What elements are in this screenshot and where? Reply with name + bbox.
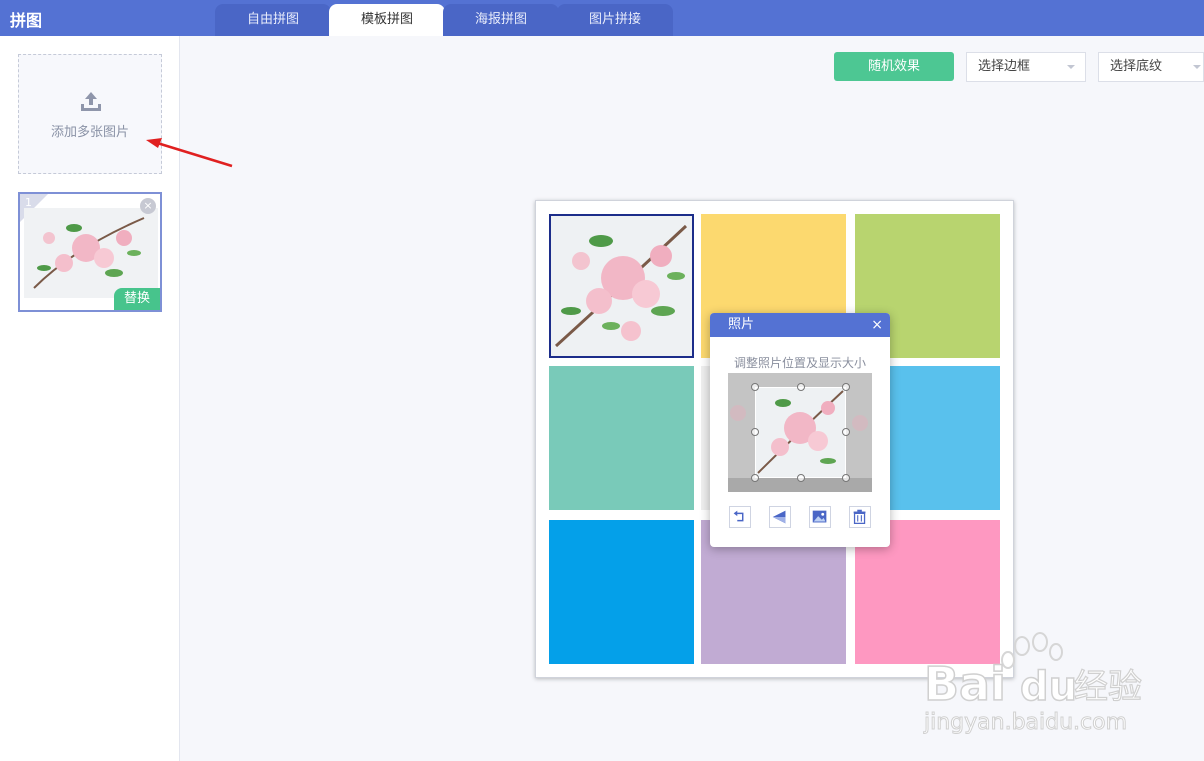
crop-area[interactable]	[728, 373, 872, 492]
collage-cell-1[interactable]	[549, 214, 694, 358]
crop-handle[interactable]	[751, 428, 759, 436]
flip-icon	[772, 510, 786, 524]
red-arrow-annotation	[146, 138, 233, 168]
random-effect-button[interactable]: 随机效果	[834, 52, 954, 81]
popup-hint: 调整照片位置及显示大小	[733, 356, 866, 370]
upload-icon	[81, 92, 101, 111]
replace-image-button[interactable]	[809, 506, 831, 528]
photo-thumbnail[interactable]: 1 × 替换	[18, 192, 162, 312]
tab-image-stitch[interactable]: 图片拼接	[557, 4, 673, 36]
svg-text:du: du	[1020, 664, 1077, 710]
texture-select-value: 选择底纹	[1110, 59, 1163, 74]
popup-close-button[interactable]: ×	[871, 313, 883, 337]
delete-button[interactable]	[849, 506, 871, 528]
rotate-button[interactable]	[729, 506, 751, 528]
crop-handle[interactable]	[797, 383, 805, 391]
crop-handle[interactable]	[842, 474, 850, 482]
photo-adjust-popup: 照片 × 调整照片位置及显示大小	[710, 313, 890, 547]
thumb-remove-button[interactable]: ×	[140, 198, 156, 214]
blossom-photo-thumb	[24, 208, 158, 298]
collage-cell-7[interactable]	[549, 520, 694, 664]
replace-button[interactable]: 替换	[114, 288, 160, 310]
crop-handle[interactable]	[797, 474, 805, 482]
flip-button[interactable]	[769, 506, 791, 528]
blossom-photo	[551, 216, 692, 356]
top-bar: 拼图 自由拼图 模板拼图 海报拼图 图片拼接	[0, 0, 1204, 36]
svg-text:jingyan.baidu.com: jingyan.baidu.com	[923, 710, 1127, 735]
image-icon	[812, 510, 827, 523]
crop-handle[interactable]	[842, 383, 850, 391]
border-select[interactable]: 选择边框	[966, 52, 1086, 82]
texture-select[interactable]: 选择底纹	[1098, 52, 1204, 82]
trash-icon	[853, 509, 866, 524]
border-select-value: 选择边框	[978, 59, 1031, 74]
app-title: 拼图	[10, 11, 43, 30]
crop-handle[interactable]	[751, 383, 759, 391]
tab-template-collage[interactable]: 模板拼图	[329, 4, 445, 36]
svg-text:Bai: Bai	[924, 657, 1006, 711]
popup-header: 照片 ×	[710, 313, 890, 337]
chevron-down-icon	[1193, 65, 1201, 69]
chevron-down-icon	[1067, 65, 1075, 69]
baidu-watermark-logo: Bai du 经验 jingyan.baidu.com	[923, 632, 1143, 736]
tab-free-collage[interactable]: 自由拼图	[215, 4, 331, 36]
tab-poster-collage[interactable]: 海报拼图	[443, 4, 559, 36]
svg-text:经验: 经验	[1074, 667, 1142, 707]
thumb-index: 1	[25, 196, 32, 209]
crop-handle[interactable]	[842, 428, 850, 436]
crop-frame[interactable]	[755, 387, 846, 478]
crop-handle[interactable]	[751, 474, 759, 482]
popup-title: 照片	[728, 317, 755, 332]
collage-cell-4[interactable]	[549, 366, 694, 510]
rotate-icon	[733, 510, 744, 522]
